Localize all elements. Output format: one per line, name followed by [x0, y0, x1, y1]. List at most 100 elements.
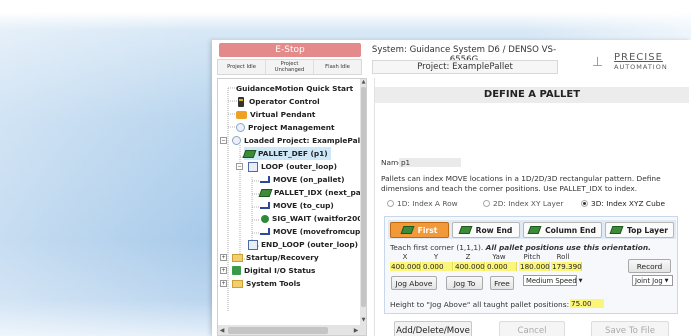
tab-column-end[interactable]: Column End [523, 222, 602, 238]
description-line-2: dimensions and teach the corner position… [381, 184, 638, 193]
tree-vertical-scrollbar[interactable]: ▲ ▼ [360, 79, 366, 325]
coord-z-field[interactable]: 400.000 [454, 262, 485, 271]
jog-mode-select[interactable]: Joint Jog ▼ [632, 275, 673, 286]
tree-item-digital-io[interactable]: Digital I/O Status [232, 264, 315, 277]
coord-header-x: X [402, 253, 408, 261]
jog-to-button[interactable]: Jog To [446, 276, 483, 290]
tree-item-virtual-pendant[interactable]: Virtual Pendant [236, 108, 315, 121]
tree-item-label: Digital I/O Status [244, 266, 316, 275]
tab-label: Row End [475, 225, 513, 235]
radio-button-icon [387, 200, 394, 207]
collapse-loop-icon[interactable]: − [236, 163, 243, 170]
radio-button-selected-icon [581, 200, 588, 207]
move-icon [260, 202, 270, 209]
pallet-icon [458, 226, 473, 234]
teach-instruction-text: Teach first corner (1,1,1). [390, 243, 484, 252]
flash-state: Flash Idle [325, 64, 350, 70]
tab-row-end[interactable]: Row End [452, 222, 520, 238]
scroll-down-arrow-icon[interactable]: ▼ [360, 317, 366, 324]
coord-pitch-field[interactable]: 180.000 [519, 262, 550, 271]
coord-header-y: Y [433, 253, 439, 261]
cancel-button[interactable]: Cancel [499, 321, 565, 336]
scroll-thumb[interactable] [228, 327, 328, 334]
tab-label: Column End [545, 225, 596, 235]
logo-symbol-icon: ⊥ [592, 55, 604, 70]
add-delete-move-button[interactable]: Add/Delete/Move [394, 321, 472, 336]
tree-item-move-to-cup[interactable]: MOVE (to_cup) [260, 199, 334, 212]
tree-item-pallet-idx[interactable]: PALLET_IDX (next_palle [258, 186, 366, 199]
scroll-left-arrow-icon[interactable]: ◀ [218, 325, 226, 335]
description-line-1: Pallets can index MOVE locations in a 1D… [381, 174, 661, 183]
corner-teach-box: First Row End Column End Top Layer Teach… [384, 216, 678, 314]
teach-instruction-emphasis: All pallet positions use this orientatio… [485, 243, 651, 252]
pallet-icon [527, 226, 542, 234]
tree-item-quick-start[interactable]: GuidanceMotion Quick Start [236, 82, 353, 95]
pallet-icon [258, 188, 273, 197]
tab-top-layer[interactable]: Top Layer [605, 222, 674, 238]
project-title: Project: ExamplePallet [372, 60, 558, 74]
tree-item-loaded-project[interactable]: Loaded Project: ExamplePalle [232, 134, 366, 147]
loop-icon [248, 161, 258, 172]
project-icon [236, 123, 245, 132]
speed-select[interactable]: Medium Speed ▼ [523, 275, 583, 286]
tree-item-sig-wait[interactable]: SIG_WAIT (waitfor2000 [260, 212, 367, 225]
coord-roll-field[interactable]: 179.390 [551, 262, 582, 271]
folder-icon [232, 253, 243, 262]
coord-header-roll: Roll [556, 253, 570, 261]
pallet-icon [609, 226, 624, 234]
jog-height-field[interactable]: 75.00 [570, 299, 604, 308]
scroll-up-arrow-icon[interactable]: ▲ [360, 79, 366, 86]
name-field[interactable]: p1 [399, 158, 461, 167]
record-button[interactable]: Record [628, 259, 671, 273]
tree-item-operator-control[interactable]: Operator Control [236, 95, 320, 108]
expand-digital-io-icon[interactable]: + [220, 267, 227, 274]
tree-item-label: END_LOOP (outer_loop) [261, 240, 359, 249]
navigation-tree[interactable]: GuidanceMotion Quick Start Operator Cont… [217, 78, 367, 336]
tree-item-move-from-cup[interactable]: MOVE (movefromcup) [260, 225, 364, 238]
tree-item-end-loop[interactable]: END_LOOP (outer_loop) [248, 238, 358, 251]
logo-text-line1: PRECISE [614, 52, 663, 63]
tree-item-label: Operator Control [249, 97, 320, 106]
coord-header-z: Z [465, 253, 471, 261]
tree-item-system-tools[interactable]: System Tools [232, 277, 301, 290]
corner-tabs: First Row End Column End Top Layer [388, 220, 676, 239]
jog-mode-select-value: Joint Jog [635, 276, 663, 285]
radio-1d[interactable]: 1D: Index A Row [387, 199, 458, 208]
tree-item-startup-recovery[interactable]: Startup/Recovery [232, 251, 319, 264]
tree-item-label: MOVE (to_cup) [273, 201, 334, 210]
coord-yaw-field[interactable]: 0.000 [486, 262, 517, 271]
tree-item-label: SIG_WAIT (waitfor2000 [272, 214, 367, 223]
radio-3d[interactable]: 3D: Index XYZ Cube [581, 199, 665, 208]
coord-y-field[interactable]: 0.000 [422, 262, 453, 271]
scroll-thumb[interactable] [361, 87, 366, 307]
tree-item-loop[interactable]: LOOP (outer_loop) [248, 160, 337, 173]
panel-title: DEFINE A PALLET [375, 87, 689, 103]
speed-select-value: Medium Speed [526, 276, 577, 285]
tree-item-pallet-def[interactable]: PALLET_DEF (p1) [242, 147, 331, 160]
tree-horizontal-scrollbar[interactable]: ◀ ▶ [218, 325, 366, 335]
tree-item-project-management[interactable]: Project Management [236, 121, 335, 134]
radio-2d[interactable]: 2D: Index XY Layer [483, 199, 563, 208]
signal-icon [261, 214, 269, 223]
tree-item-label: LOOP (outer_loop) [261, 162, 337, 171]
tab-first[interactable]: First [390, 222, 449, 238]
estop-button[interactable]: E-Stop [219, 43, 361, 57]
pallet-icon [400, 226, 415, 234]
radio-label: 2D: Index XY Layer [493, 199, 564, 208]
tree-item-label: Startup/Recovery [246, 253, 319, 262]
tab-label: Top Layer [626, 225, 669, 235]
project-state: Project Idle [218, 60, 266, 74]
coord-header-yaw: Yaw [492, 253, 506, 261]
jog-above-button[interactable]: Jog Above [391, 276, 437, 290]
project-change-state: Project Unchanged [266, 60, 314, 74]
save-to-file-button[interactable]: Save To File [591, 321, 669, 336]
expand-startup-icon[interactable]: + [220, 254, 227, 261]
free-button[interactable]: Free [490, 276, 514, 290]
project-icon [232, 136, 241, 145]
radio-label: 1D: Index A Row [397, 199, 458, 208]
collapse-loaded-project-icon[interactable]: − [220, 137, 227, 144]
expand-system-tools-icon[interactable]: + [220, 280, 227, 287]
tree-item-move-on-pallet[interactable]: MOVE (on_pallet) [260, 173, 344, 186]
scroll-right-arrow-icon[interactable]: ▶ [352, 325, 360, 335]
coord-x-field[interactable]: 400.000 [390, 262, 421, 271]
